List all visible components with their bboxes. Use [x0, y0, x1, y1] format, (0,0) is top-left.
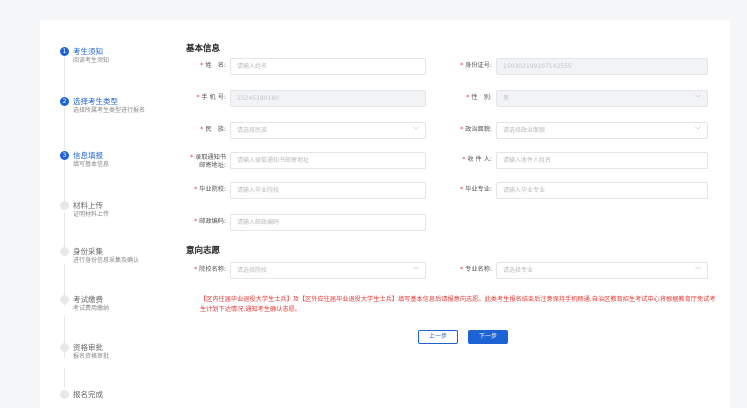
step-connector — [64, 56, 65, 98]
basic-info-title: 基本信息 — [186, 44, 221, 54]
major-label: * 毕业专业: — [460, 186, 492, 193]
next-button[interactable]: 下一步 — [468, 330, 508, 344]
step-title: 报名完成 — [73, 390, 103, 399]
step-pending-icon — [60, 390, 69, 399]
major-input[interactable]: 请输入毕业专业 — [496, 182, 708, 199]
step-subtitle: 填写基本信息 — [73, 161, 110, 168]
step-number-icon: 3 — [60, 151, 69, 160]
chevron-down-icon: ﹀ — [412, 127, 419, 134]
prev-button[interactable]: 上一步 — [418, 330, 458, 344]
form-area: 基本信息 * 姓 名: 请输入姓名 * 身份证号: 15030219910714… — [186, 20, 730, 408]
step-title: 选择考生类型 — [73, 97, 118, 106]
chevron-down-icon: ﹀ — [694, 127, 701, 134]
step-number-icon: 1 — [60, 47, 69, 56]
step-subtitle: 报名资格审批 — [73, 353, 110, 360]
school-label: * 毕业院校: — [194, 186, 226, 193]
school-input[interactable]: 请输入毕业院校 — [230, 182, 426, 199]
ethnicity-label: * 民 族: — [200, 126, 226, 133]
id-card-label: * 身份证号: — [460, 62, 492, 69]
recipient-label: * 收 件 人: — [462, 156, 492, 163]
address-label: * 录取通知书邮寄地址: — [190, 154, 226, 169]
step-subtitle: 选择所属考生类型进行报名 — [73, 107, 146, 114]
step-pending-icon — [60, 343, 69, 352]
intent-major-select[interactable]: 请选择专业 ﹀ — [496, 262, 708, 279]
step-subtitle: 进行身份信息采集及确认 — [73, 257, 140, 264]
step-title: 资格审批 — [73, 343, 103, 352]
step-connector — [64, 108, 65, 150]
step-title: 考生须知 — [73, 47, 103, 56]
chevron-down-icon: ﹀ — [694, 95, 701, 102]
politics-select[interactable]: 请选择政治面貌 ﹀ — [496, 122, 708, 139]
step-subtitle: 证明材料上传 — [73, 211, 110, 218]
step-pending-icon — [60, 247, 69, 256]
registration-card: 1 考生须知 阅读考生须知 2 选择考生类型 选择所属考生类型进行报名 3 信息… — [40, 20, 730, 408]
step-number-icon: 2 — [60, 97, 69, 106]
step-connector — [64, 368, 65, 388]
postcode-input[interactable]: 请输入邮政编码 — [230, 214, 426, 231]
politics-label: * 政治面貌: — [460, 126, 492, 133]
step-subtitle: 阅读考生须知 — [73, 57, 110, 64]
step-title: 考试缴费 — [73, 295, 103, 304]
notice-text: 【区内往届毕业退役大学生士兵】及【区外应往届毕业退役大学生士兵】填写基本信息后请… — [200, 296, 716, 313]
step-connector — [64, 160, 65, 202]
chevron-down-icon: ﹀ — [694, 267, 701, 274]
step-pending-icon — [60, 295, 69, 304]
name-label: * 姓 名: — [200, 62, 226, 69]
intent-school-label: * 院校名称: — [194, 266, 226, 273]
id-card-input[interactable]: 150302199107142555 — [496, 58, 708, 75]
gender-label: * 性 别: — [466, 94, 492, 101]
gender-select[interactable]: 男 ﹀ — [496, 90, 708, 107]
ethnicity-select[interactable]: 请选择民族 ﹀ — [230, 122, 426, 139]
step-pending-icon — [60, 201, 69, 210]
step-title: 身份采集 — [73, 247, 103, 256]
step-title: 信息填报 — [73, 151, 103, 160]
step-subtitle: 考试费用缴纳 — [73, 305, 110, 312]
step-sidebar: 1 考生须知 阅读考生须知 2 选择考生类型 选择所属考生类型进行报名 3 信息… — [40, 20, 170, 408]
intent-school-select[interactable]: 请选择院校 ﹀ — [230, 262, 426, 279]
intent-title: 意向志愿 — [186, 246, 221, 256]
address-input[interactable]: 请输入录取通知书邮寄地址 — [230, 152, 426, 169]
step-title: 材料上传 — [73, 201, 103, 210]
phone-input[interactable]: 15245180160 — [230, 90, 426, 107]
phone-label: * 手 机 号: — [196, 94, 226, 101]
postcode-label: * 邮政编码: — [194, 218, 226, 225]
recipient-input[interactable]: 请输入收件人姓名 — [496, 152, 708, 169]
intent-major-label: * 专业名称: — [460, 266, 492, 273]
name-input[interactable]: 请输入姓名 — [230, 58, 426, 75]
chevron-down-icon: ﹀ — [412, 267, 419, 274]
